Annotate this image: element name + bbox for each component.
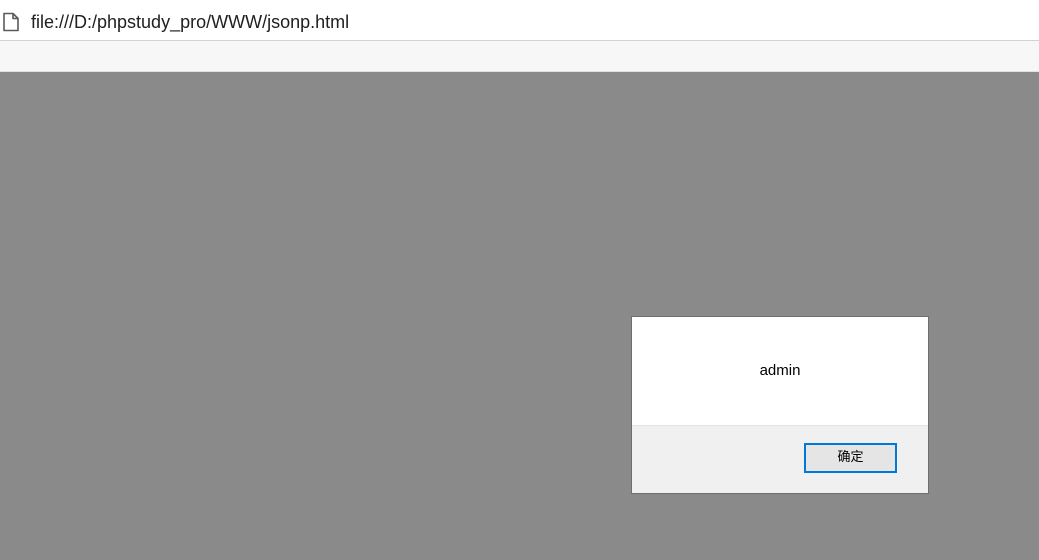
url-text[interactable]: file:///D:/phpstudy_pro/WWW/jsonp.html (31, 11, 349, 33)
alert-dialog: admin 确定 (631, 316, 929, 494)
alert-message: admin (759, 362, 801, 379)
ok-button[interactable]: 确定 (804, 443, 897, 473)
bookmarks-bar (0, 41, 1039, 72)
alert-body: admin (632, 317, 928, 425)
address-bar[interactable]: file:///D:/phpstudy_pro/WWW/jsonp.html (0, 0, 1039, 41)
page-icon (2, 12, 20, 32)
alert-footer: 确定 (632, 425, 928, 493)
